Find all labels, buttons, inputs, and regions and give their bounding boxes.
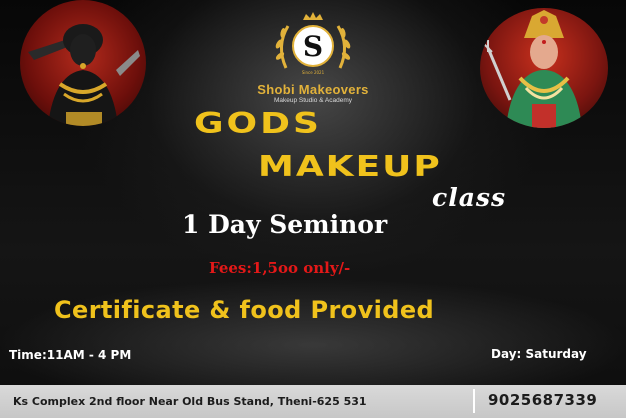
footer-bar: Ks Complex 2nd floor Near Old Bus Stand,… xyxy=(0,385,626,418)
logo-letter: S xyxy=(303,30,323,63)
logo-year: Since 2021 xyxy=(302,70,325,75)
footer-divider xyxy=(473,389,475,413)
address-text: Ks Complex 2nd floor Near Old Bus Stand,… xyxy=(13,395,367,408)
seminar-poster: S Since 2021 Shobi Makeovers Makeup Stud… xyxy=(0,0,626,418)
day-text: Day: Saturday xyxy=(491,347,587,361)
time-text: Time:11AM - 4 PM xyxy=(9,348,132,362)
brand-name: Shobi Makeovers xyxy=(257,82,369,97)
right-portrait-image xyxy=(480,8,608,128)
left-portrait-image xyxy=(20,0,146,126)
seminar-duration: 1 Day Seminor xyxy=(182,210,388,239)
benefits-text: Certificate & food Provided xyxy=(54,296,435,324)
laurel-logo-icon: S Since 2021 xyxy=(266,10,360,84)
brand-tagline: Makeup Studio & Academy xyxy=(273,97,353,104)
headline-makeup: MAKEUP xyxy=(258,151,442,183)
fees-text: Fees:1,5oo only/- xyxy=(209,259,351,277)
headline-class: class xyxy=(432,183,507,212)
phone-number: 9025687339 xyxy=(488,391,598,409)
headline-gods: GODS xyxy=(194,108,322,140)
